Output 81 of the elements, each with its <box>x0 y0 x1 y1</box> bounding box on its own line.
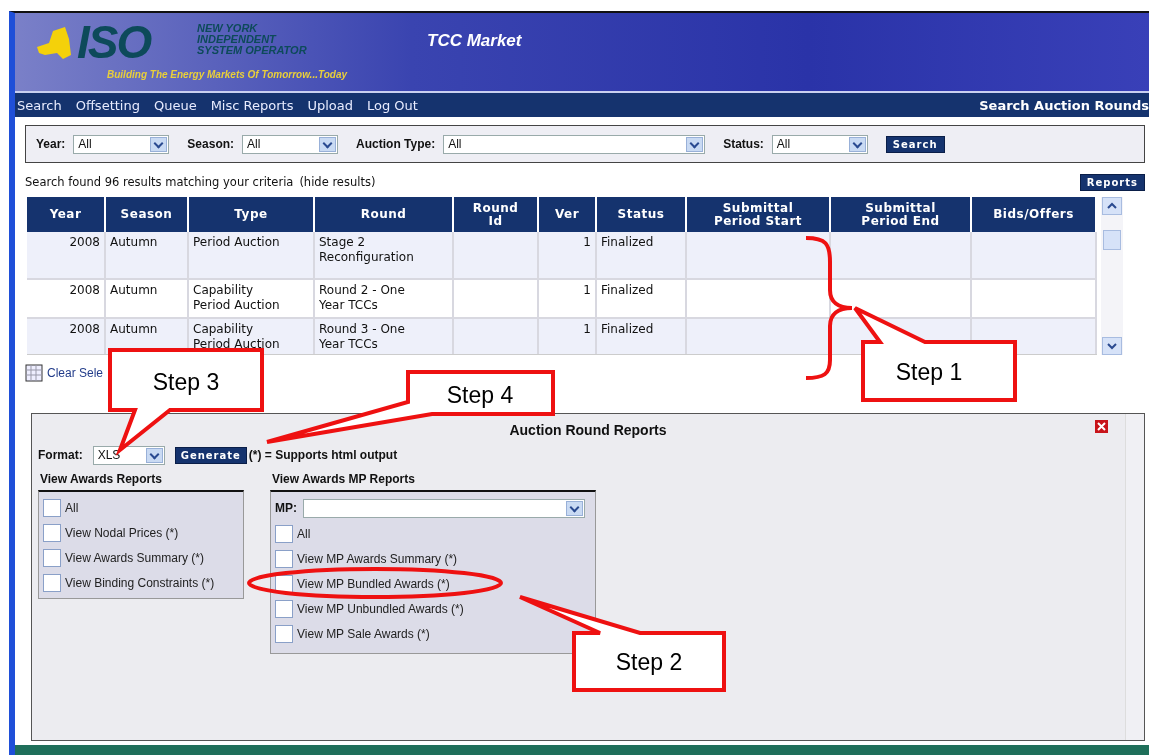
nav-link[interactable]: Log Out <box>366 97 418 113</box>
report-checkbox[interactable]: All <box>275 522 311 545</box>
report-checkbox[interactable]: View MP Unbundled Awards (*) <box>275 597 464 620</box>
reports-button[interactable]: Reports <box>1079 173 1145 191</box>
column-header: Season <box>106 197 187 232</box>
filter-dropdown[interactable]: All <box>73 134 170 154</box>
page-title: Search Auction Rounds <box>979 97 1149 113</box>
grid-icon[interactable] <box>25 364 43 382</box>
report-checkbox[interactable]: View Binding Constraints (*) <box>43 571 215 594</box>
callout-label: Step 4 <box>446 382 514 408</box>
table-cell: Round 2 - One Year TCCs <box>315 280 454 317</box>
table-cell: 2008 <box>27 232 106 278</box>
report-checkbox[interactable]: View Awards Summary (*) <box>43 546 204 569</box>
filter-label: Year: <box>36 137 66 151</box>
report-checkbox[interactable]: All <box>43 496 79 519</box>
nav-link[interactable]: Search <box>17 97 62 113</box>
table-cell: Finalized <box>597 232 687 278</box>
filter-dropdown[interactable]: All <box>771 134 868 154</box>
table-cell: 1 <box>539 232 597 278</box>
mp-dropdown[interactable] <box>303 498 585 518</box>
hide-results-link[interactable]: (hide results) <box>299 175 376 189</box>
section-title: View Awards Reports <box>39 472 163 486</box>
format-dropdown[interactable]: XLS <box>92 445 165 465</box>
filter-label: Status: <box>723 137 764 151</box>
table-cell: Autumn <box>106 232 189 278</box>
section-title: View Awards MP Reports <box>271 472 416 486</box>
column-header: Year <box>27 197 104 232</box>
report-checkbox[interactable]: View MP Awards Summary (*) <box>275 547 458 570</box>
column-header: Type <box>189 197 313 232</box>
report-checkbox[interactable]: View Nodal Prices (*) <box>43 521 179 544</box>
column-header: Round <box>315 197 452 232</box>
scroll-down-icon[interactable] <box>1102 337 1122 355</box>
table-cell: 2008 <box>27 280 106 317</box>
generate-button[interactable]: Generate <box>174 446 247 464</box>
column-header: Submittal Period End <box>831 197 970 232</box>
panel-title: Auction Round Reports <box>509 422 667 438</box>
callout-label: Step 3 <box>152 369 220 395</box>
scrollbar[interactable] <box>1101 197 1123 355</box>
filter-label: Season: <box>187 137 235 151</box>
nav-link[interactable]: Misc Reports <box>210 97 294 113</box>
table-cell: 1 <box>539 319 597 354</box>
format-label: Format: <box>38 448 83 462</box>
table-cell: 2008 <box>27 319 106 354</box>
app-title: TCC Market <box>427 31 522 51</box>
table-cell: Autumn <box>106 280 189 317</box>
report-checkbox[interactable]: View MP Sale Awards (*) <box>275 622 430 645</box>
nav-link[interactable]: Upload <box>307 97 353 113</box>
callout-label: Step 2 <box>615 649 683 675</box>
note-text: (*) = Supports html output <box>248 448 398 462</box>
nav-link[interactable]: Queue <box>153 97 197 113</box>
column-header: Status <box>597 197 685 232</box>
scroll-up-icon[interactable] <box>1102 197 1122 215</box>
nav-link[interactable]: Offsetting <box>75 97 140 113</box>
scrollbar[interactable] <box>1125 414 1144 740</box>
filter-dropdown[interactable]: All <box>242 134 339 154</box>
table-cell: Stage 2 Reconfiguration <box>315 232 454 278</box>
organization-name: NEW YORK INDEPENDENT SYSTEM OPERATOR <box>197 23 307 56</box>
callout-label: Step 1 <box>895 359 963 385</box>
filter-dropdown[interactable]: All <box>443 134 706 154</box>
report-checkbox[interactable]: View MP Bundled Awards (*) <box>275 572 450 595</box>
column-header: Submittal Period Start <box>687 197 829 232</box>
close-icon[interactable] <box>1095 420 1108 433</box>
table-row[interactable]: 2008 Autumn Period Auction Stage 2 Reconfiguration 1 Finalized <box>27 232 1097 280</box>
column-header: Bids/Offers <box>972 197 1095 232</box>
table-cell: Finalized <box>597 319 687 354</box>
table-cell: Round 3 - One Year TCCs <box>315 319 454 354</box>
clear-selection-link[interactable]: Clear Sele <box>47 366 104 380</box>
column-header: Ver <box>539 197 595 232</box>
tagline: Building The Energy Markets Of Tomorrow...Today <box>107 69 348 80</box>
table-cell: Period Auction <box>189 232 315 278</box>
table-cell: Finalized <box>597 280 687 317</box>
table-row[interactable]: 2008 Autumn Capability Period Auction Round 2 - One Year TCCs 1 Finalized <box>27 280 1097 319</box>
results-summary: Search found 96 results matching your criteria <box>25 175 294 189</box>
search-button[interactable]: Search <box>885 135 945 153</box>
mp-label: MP: <box>275 501 297 515</box>
scroll-thumb[interactable] <box>1103 230 1121 250</box>
table-cell: Capability Period Auction <box>189 280 315 317</box>
logo-text: ISO <box>77 19 151 65</box>
table-cell: 1 <box>539 280 597 317</box>
column-header: Round Id <box>454 197 537 232</box>
filter-label: Auction Type: <box>356 137 436 151</box>
